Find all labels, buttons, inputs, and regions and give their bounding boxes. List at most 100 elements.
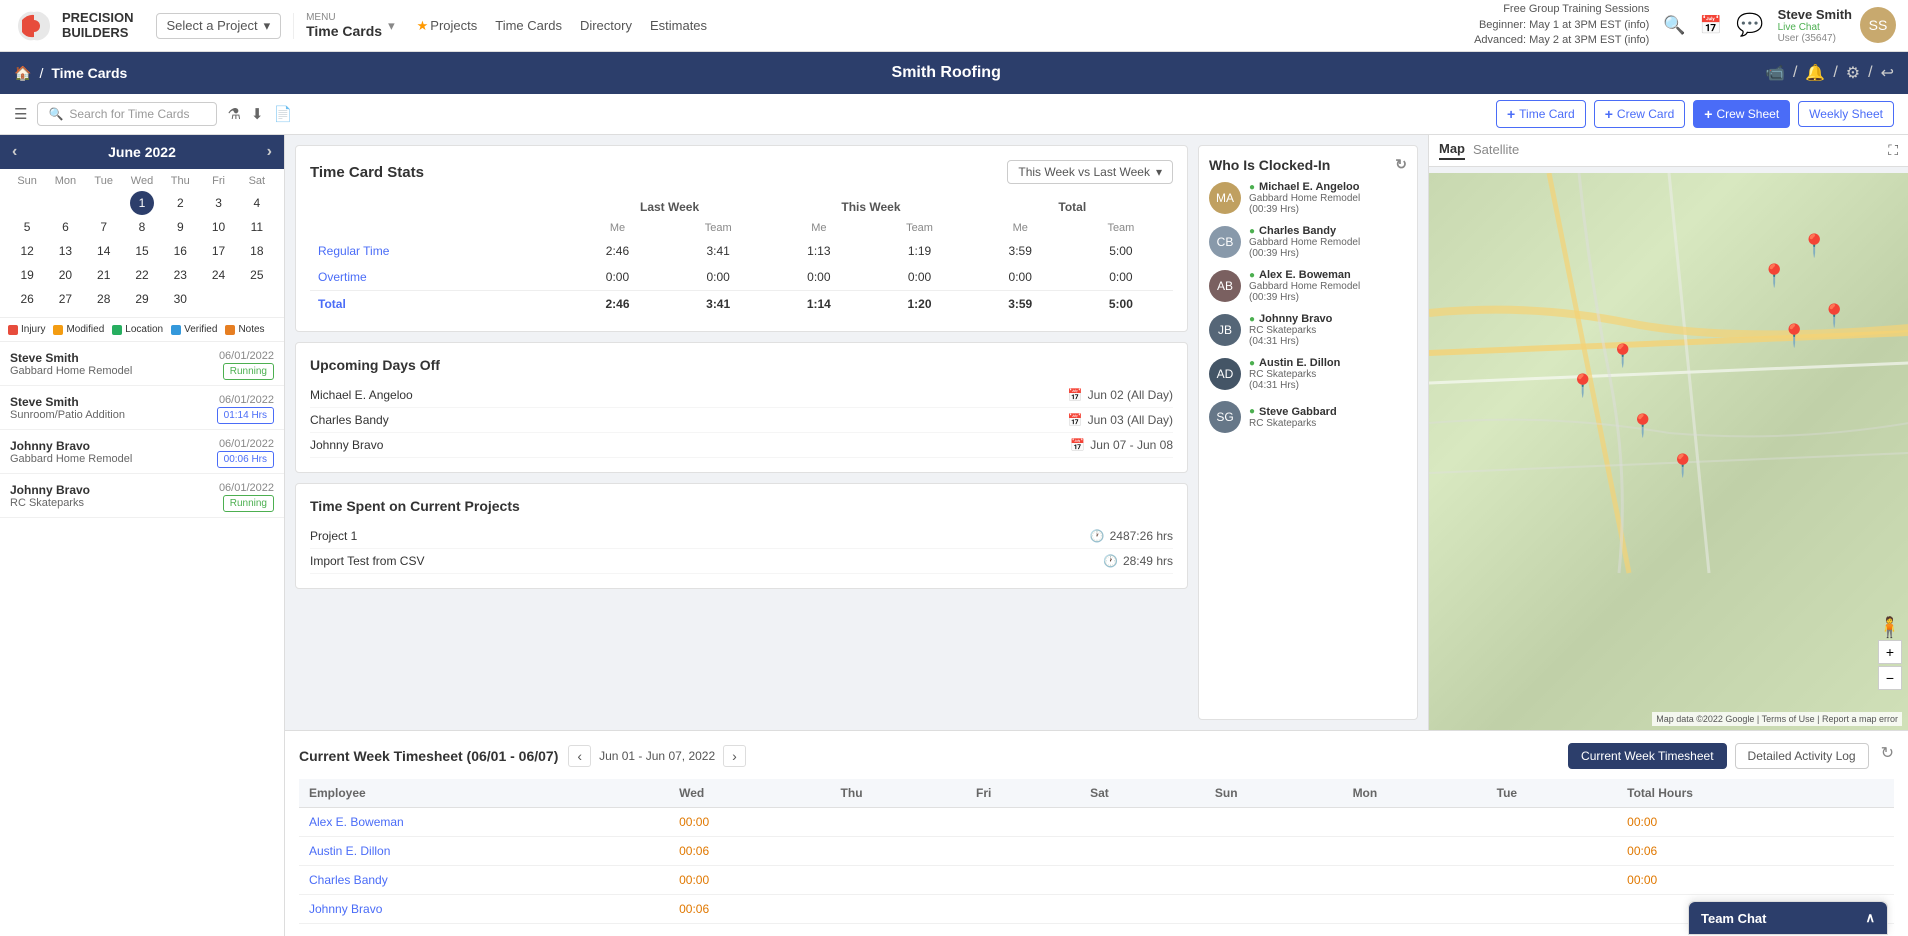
project-select[interactable]: Select a Project ▾ [156,13,282,39]
activity-log-btn[interactable]: Detailed Activity Log [1735,743,1869,769]
center-right-split: Time Card Stats This Week vs Last Week ▾… [285,135,1908,936]
status-dot: ● [1249,358,1255,369]
cal-day-26[interactable]: 26 [8,287,46,311]
cal-day-8[interactable]: 8 [123,215,161,239]
refresh-icon[interactable]: ↻ [1881,743,1894,769]
plus-icon: + [1704,106,1712,122]
map-pin: 📍 [1801,233,1828,259]
menu-dropdown[interactable]: MENU Time Cards [306,13,382,39]
undo-icon[interactable]: ↩ [1881,63,1894,83]
period-selector[interactable]: This Week vs Last Week ▾ [1007,160,1173,184]
employee-link[interactable]: Alex E. Boweman [309,815,404,829]
cal-day-7[interactable]: 7 [85,215,123,239]
add-crewsheet-btn[interactable]: + Crew Sheet [1693,100,1790,128]
cal-day-2[interactable]: 2 [161,191,199,215]
expand-icon[interactable]: ⛶ [1888,142,1898,159]
timesheet-table: Employee Wed Thu Fri Sat Sun Mon Tue Tot… [299,779,1894,924]
cal-day-6[interactable]: 6 [46,215,84,239]
refresh-icon[interactable]: ↻ [1395,156,1407,173]
cal-day-3[interactable]: 3 [199,191,237,215]
breadcrumb-separator: / [39,65,43,81]
bell-icon[interactable]: 🔔 [1805,63,1825,83]
search-box[interactable]: 🔍 Search for Time Cards [37,102,217,126]
add-timecard-btn[interactable]: + Time Card [1496,100,1586,128]
timecard-label: Time Card [1519,107,1575,121]
video-icon[interactable]: 📹 [1765,63,1785,83]
cal-day-23[interactable]: 23 [161,263,199,287]
cal-prev-btn[interactable]: ‹ [12,143,17,161]
satellite-tab[interactable]: Satellite [1473,142,1519,159]
col-sun: Sun [1205,779,1343,808]
search-placeholder: Search for Time Cards [69,107,189,121]
table-row: Austin E. Dillon 00:06 00:06 [299,837,1894,866]
filter-icon[interactable]: ⚗ [227,105,240,123]
map-pin: 📍 [1821,303,1848,329]
search-icon[interactable]: 🔍 [1663,15,1685,36]
cal-day-27[interactable]: 27 [46,287,84,311]
zoom-in-btn[interactable]: + [1878,640,1902,664]
cal-day-22[interactable]: 22 [123,263,161,287]
cal-day-9[interactable]: 9 [161,215,199,239]
menu-icon[interactable]: ☰ [14,105,27,123]
col-employee: Employee [299,779,669,808]
cal-day-12[interactable]: 12 [8,239,46,263]
cal-day-30[interactable]: 30 [161,287,199,311]
cal-day-21[interactable]: 21 [85,263,123,287]
list-item: Project 1 🕐2487:26 hrs [310,524,1173,549]
cal-next-btn[interactable]: › [267,143,272,161]
nav-link-projects[interactable]: ★Projects [417,18,478,34]
cal-day-29[interactable]: 29 [123,287,161,311]
employee-link[interactable]: Johnny Bravo [309,902,382,916]
cal-day-24[interactable]: 24 [199,263,237,287]
stats-table: Last Week This Week Total Me Team Me Tea… [310,196,1173,317]
nav-link-estimates[interactable]: Estimates [650,18,707,33]
status-badge: 00:06 Hrs [217,451,274,468]
settings-icon[interactable]: ⚙ [1846,63,1860,83]
cal-day-15[interactable]: 15 [123,239,161,263]
status-dot: ● [1249,226,1255,237]
employee-link[interactable]: Austin E. Dillon [309,844,390,858]
current-week-btn[interactable]: Current Week Timesheet [1568,743,1727,769]
cal-day-11[interactable]: 11 [238,215,276,239]
calendar-icon[interactable]: 📅 [1700,15,1722,36]
chat-icon[interactable]: 💬 [1736,12,1763,38]
chevron-down-icon: ▾ [1156,165,1162,179]
cal-day-17[interactable]: 17 [199,239,237,263]
add-weeklysheet-btn[interactable]: Weekly Sheet [1798,101,1894,127]
week-next-btn[interactable]: › [723,745,746,767]
list-item[interactable]: Steve Smith Gabbard Home Remodel 06/01/2… [0,342,284,386]
cal-day-19[interactable]: 19 [8,263,46,287]
cal-day-4[interactable]: 4 [238,191,276,215]
team-chat-header[interactable]: Team Chat ∧ [1689,902,1887,934]
cal-day-13[interactable]: 13 [46,239,84,263]
employee-link[interactable]: Charles Bandy [309,873,388,887]
home-icon[interactable]: 🏠 [14,65,31,82]
download-icon[interactable]: ⬇ [251,105,264,123]
street-view-icon[interactable]: 🧍 [1877,615,1902,640]
cal-day-16[interactable]: 16 [161,239,199,263]
col-mon: Mon [1343,779,1487,808]
cal-day-25[interactable]: 25 [238,263,276,287]
week-prev-btn[interactable]: ‹ [568,745,591,767]
menu-label: MENU [306,13,382,23]
nav-link-directory[interactable]: Directory [580,18,632,33]
top-nav: PRECISION BUILDERS Select a Project ▾ ME… [0,0,1908,52]
document-icon[interactable]: 📄 [273,105,292,123]
add-crewcard-btn[interactable]: + Crew Card [1594,100,1686,128]
cal-day-10[interactable]: 10 [199,215,237,239]
menu-main: Time Cards [306,23,382,39]
toolbar-left: ☰ 🔍 Search for Time Cards ⚗ ⬇ 📄 [14,102,1486,126]
zoom-out-btn[interactable]: − [1878,666,1902,690]
nav-link-timecards[interactable]: Time Cards [495,18,562,33]
list-item[interactable]: Johnny Bravo Gabbard Home Remodel 06/01/… [0,430,284,474]
cal-day-1[interactable]: 1 [130,191,154,215]
cal-day-28[interactable]: 28 [85,287,123,311]
cal-day-14[interactable]: 14 [85,239,123,263]
list-item[interactable]: Johnny Bravo RC Skateparks 06/01/2022 Ru… [0,474,284,518]
list-item: Import Test from CSV 🕐28:49 hrs [310,549,1173,574]
cal-day-5[interactable]: 5 [8,215,46,239]
list-item[interactable]: Steve Smith Sunroom/Patio Addition 06/01… [0,386,284,430]
cal-day-20[interactable]: 20 [46,263,84,287]
map-tab[interactable]: Map [1439,141,1465,160]
cal-day-18[interactable]: 18 [238,239,276,263]
